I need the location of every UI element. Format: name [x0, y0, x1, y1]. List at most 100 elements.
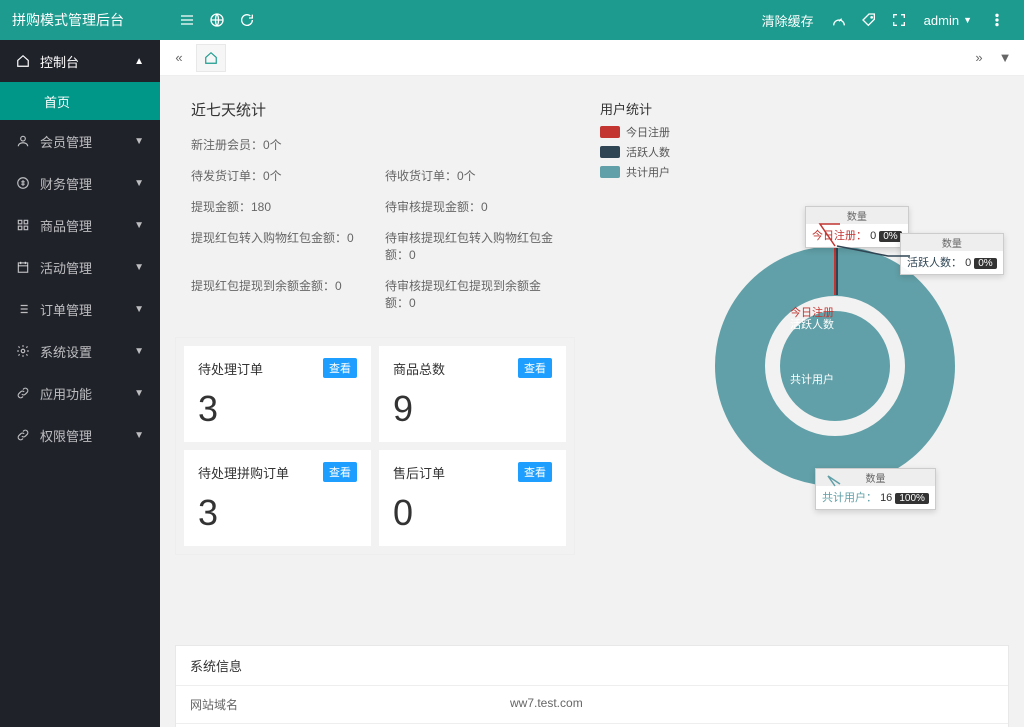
sidebar: 控制台 ▲ 首页 会员管理▼ 财务管理▼ 商品管理▼ 活动管理▼ 订单管理▼ 系… — [0, 40, 160, 727]
card-title: 商品总数 — [393, 359, 445, 378]
card-value: 3 — [198, 492, 357, 534]
top-header: 拼购模式管理后台 清除缓存 admin▼ — [0, 0, 1024, 40]
stats7-grid: 新注册会员：0个待发货订单：0个待收货订单：0个提现金额：180待审核提现金额：… — [191, 136, 559, 311]
globe-icon — [209, 12, 225, 28]
user-menu[interactable]: admin▼ — [924, 13, 972, 28]
stat-item: 新注册会员：0个 — [191, 136, 365, 153]
more-vertical-icon — [989, 12, 1005, 28]
sysinfo-value: ww7.test.com — [496, 686, 1008, 723]
sysinfo-key: 网站域名 — [176, 686, 496, 723]
stats7-title: 近七天统计 — [175, 91, 575, 128]
sidebar-item-label: 权限管理 — [40, 426, 92, 445]
tab-strip: « » ▼ — [160, 40, 1024, 76]
card-title: 售后订单 — [393, 463, 445, 482]
content-body[interactable]: 近七天统计 新注册会员：0个待发货订单：0个待收货订单：0个提现金额：180待审… — [160, 76, 1024, 727]
expand-icon — [891, 12, 907, 28]
chevron-down-icon: ▼ — [134, 178, 144, 189]
menu-toggle-button[interactable] — [172, 5, 202, 35]
chevron-down-icon: ▼ — [134, 388, 144, 399]
card-title: 待处理订单 — [198, 359, 263, 378]
link-icon — [16, 428, 30, 442]
home-icon — [204, 51, 218, 65]
gauge-icon — [831, 12, 847, 28]
legend-item[interactable]: 共计用户 — [600, 164, 1009, 180]
stat-card: 售后订单 查看 0 — [379, 450, 566, 546]
user-name: admin — [924, 13, 959, 28]
chevron-down-icon: ▼ — [134, 346, 144, 357]
view-button[interactable]: 查看 — [323, 462, 357, 482]
legend-swatch — [600, 166, 620, 178]
card-value: 9 — [393, 388, 552, 430]
legend-label: 共计用户 — [626, 164, 670, 180]
chevron-down-icon: ▼ — [134, 262, 144, 273]
legend-swatch — [600, 126, 620, 138]
gear-icon — [16, 344, 30, 358]
home-icon — [16, 54, 30, 68]
sidebar-item-apps[interactable]: 应用功能 ▼ — [0, 372, 160, 414]
chart-legend: 今日注册活跃人数共计用户 — [590, 122, 1009, 186]
legend-swatch — [600, 146, 620, 158]
sidebar-item-members[interactable]: 会员管理▼ — [0, 120, 160, 162]
sidebar-item-label: 商品管理 — [40, 216, 92, 235]
stat-card: 待处理拼购订单 查看 3 — [184, 450, 371, 546]
tabs-next-button[interactable]: » — [966, 45, 992, 71]
coin-icon — [16, 176, 30, 190]
leader-lines — [590, 186, 1020, 546]
dashboard-button[interactable] — [824, 5, 854, 35]
sidebar-item-label: 活动管理 — [40, 258, 92, 277]
grid-icon — [16, 218, 30, 232]
system-info-title: 系统信息 — [176, 646, 1008, 686]
brand-title: 拼购模式管理后台 — [12, 10, 172, 30]
card-value: 3 — [198, 388, 357, 430]
legend-label: 今日注册 — [626, 124, 670, 140]
sidebar-item-label: 系统设置 — [40, 342, 92, 361]
tabs-prev-button[interactable]: « — [166, 45, 192, 71]
list-icon — [16, 302, 30, 316]
sidebar-item-activity[interactable]: 活动管理 ▼ — [0, 246, 160, 288]
card-title: 待处理拼购订单 — [198, 463, 289, 482]
tag-button[interactable] — [854, 5, 884, 35]
stat-item: 待审核提现金额：0 — [385, 198, 559, 215]
refresh-icon — [239, 12, 255, 28]
donut-chart: 今日注册 活跃人数 共计用户 数量 今日注册： 0 0% 数量 活跃人数： — [590, 186, 1009, 546]
sidebar-item-label: 控制台 — [40, 52, 79, 71]
view-button[interactable]: 查看 — [518, 358, 552, 378]
chevron-up-icon: ▲ — [134, 56, 144, 67]
tab-home[interactable] — [196, 44, 226, 72]
stat-card: 待处理订单 查看 3 — [184, 346, 371, 442]
more-button[interactable] — [982, 5, 1012, 35]
menu-icon — [179, 12, 195, 28]
sidebar-item-console[interactable]: 控制台 ▲ — [0, 40, 160, 82]
chevron-down-icon: ▼ — [134, 136, 144, 147]
fullscreen-button[interactable] — [884, 5, 914, 35]
sidebar-item-label: 订单管理 — [40, 300, 92, 319]
clear-cache-button[interactable]: 清除缓存 — [762, 11, 814, 30]
sidebar-item-finance[interactable]: 财务管理▼ — [0, 162, 160, 204]
tabs-menu-button[interactable]: ▼ — [992, 45, 1018, 71]
legend-label: 活跃人数 — [626, 144, 670, 160]
sidebar-item-settings[interactable]: 系统设置 ▼ — [0, 330, 160, 372]
globe-button[interactable] — [202, 5, 232, 35]
refresh-button[interactable] — [232, 5, 262, 35]
stat-item — [385, 136, 559, 153]
stat-card: 商品总数 查看 9 — [379, 346, 566, 442]
sidebar-item-orders[interactable]: 订单管理▼ — [0, 288, 160, 330]
cards-panel: 待处理订单查看3商品总数查看9待处理拼购订单查看3售后订单查看0 — [175, 337, 575, 555]
stat-item: 待发货订单：0个 — [191, 167, 365, 184]
chevron-down-icon: ▼ — [134, 430, 144, 441]
tag-icon — [861, 12, 877, 28]
stat-item: 提现红包提现到余额金额：0 — [191, 277, 365, 311]
chart-title: 用户统计 — [590, 91, 1009, 122]
sidebar-item-permissions[interactable]: 权限管理 ▼ — [0, 414, 160, 456]
link-icon — [16, 386, 30, 400]
sidebar-subitem-home[interactable]: 首页 — [0, 82, 160, 120]
legend-item[interactable]: 今日注册 — [600, 124, 1009, 140]
system-info-panel: 系统信息 网站域名ww7.test.com网站目录C:/wwwroot/ww7.… — [175, 645, 1009, 727]
view-button[interactable]: 查看 — [323, 358, 357, 378]
sidebar-item-goods[interactable]: 商品管理▼ — [0, 204, 160, 246]
view-button[interactable]: 查看 — [518, 462, 552, 482]
user-icon — [16, 134, 30, 148]
card-value: 0 — [393, 492, 552, 534]
sidebar-item-label: 应用功能 — [40, 384, 92, 403]
legend-item[interactable]: 活跃人数 — [600, 144, 1009, 160]
